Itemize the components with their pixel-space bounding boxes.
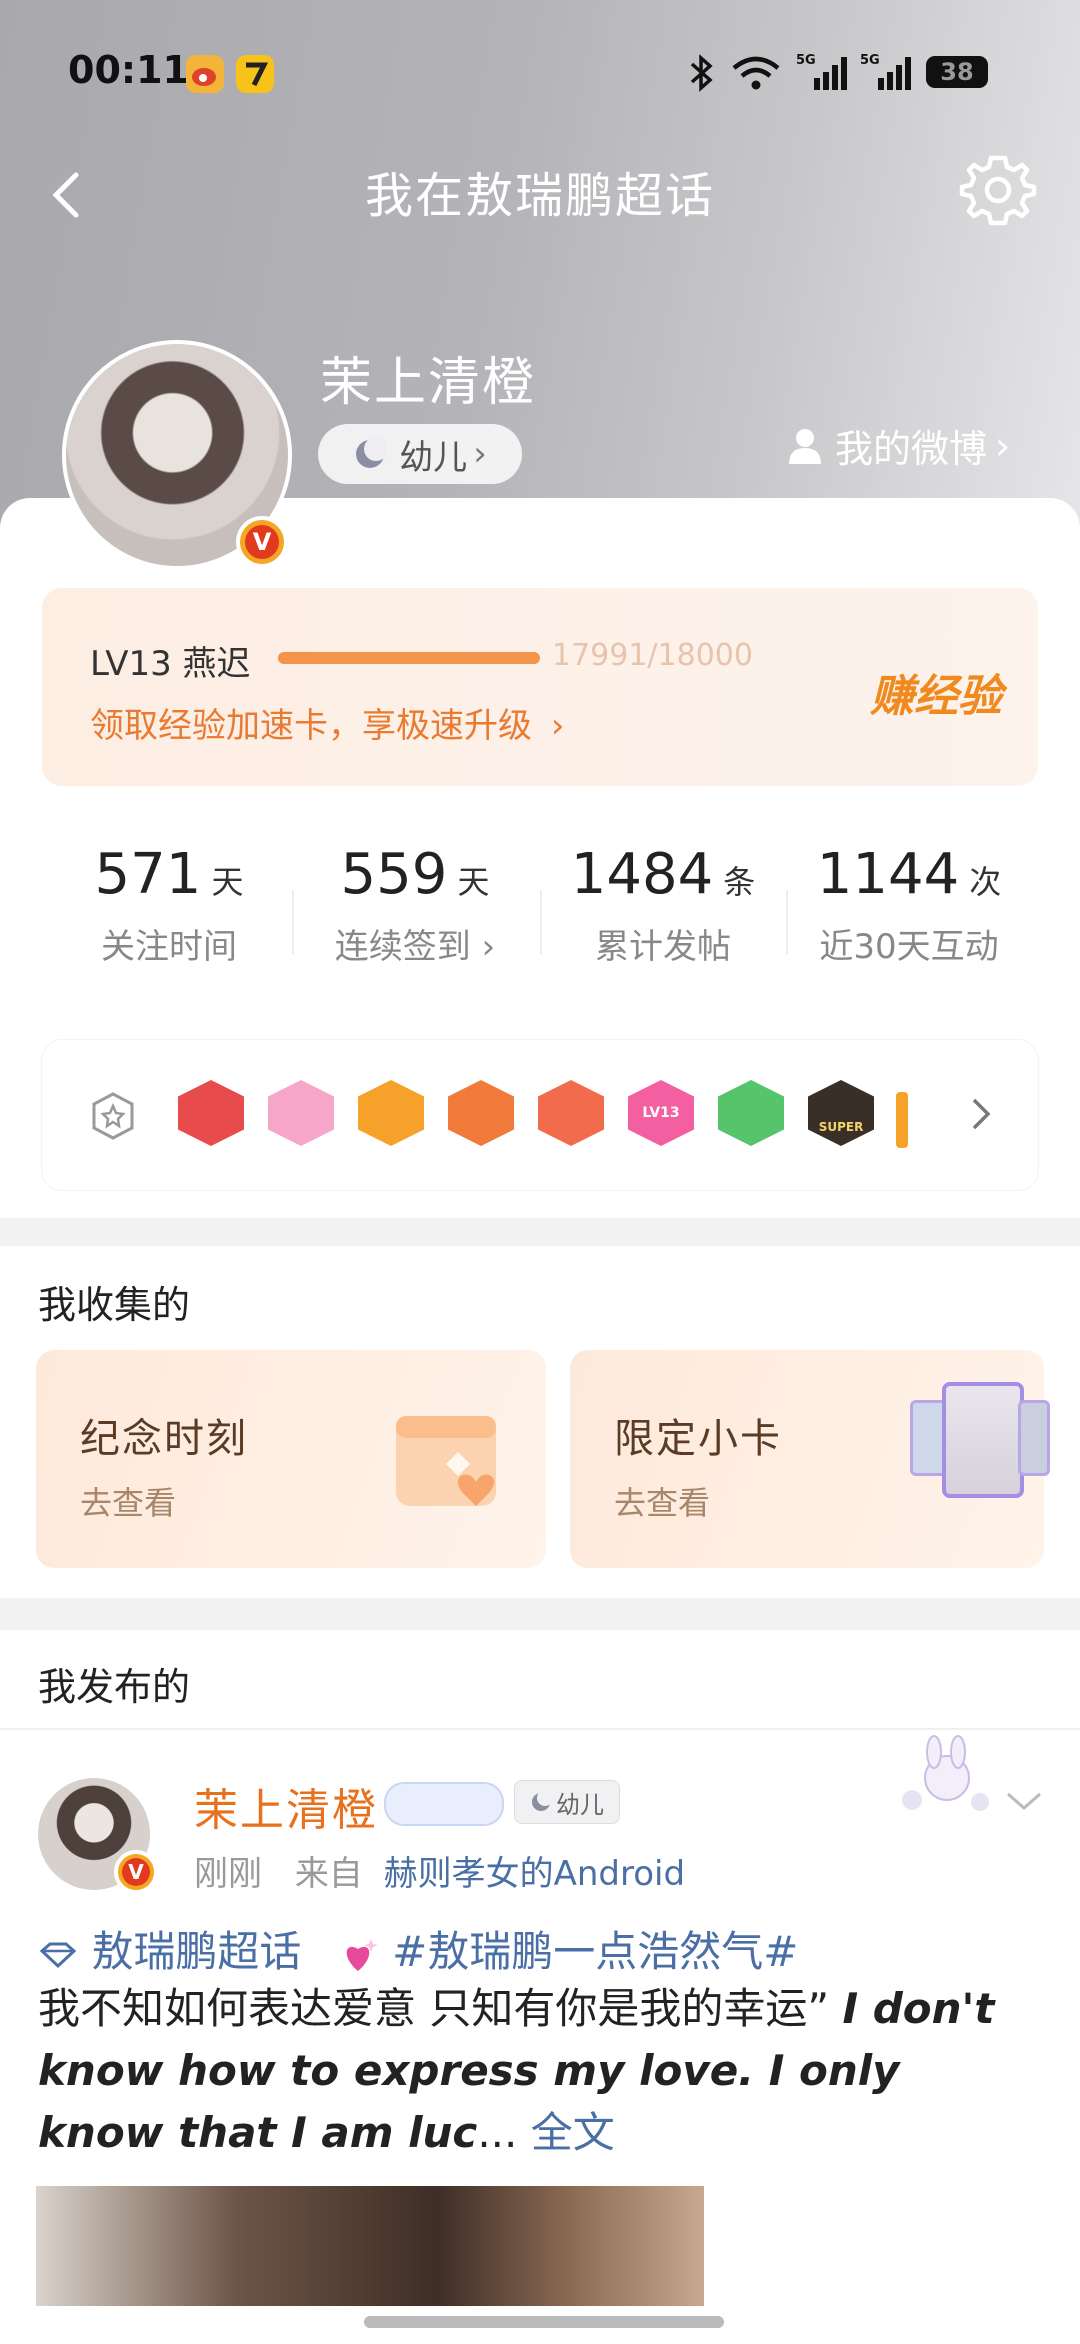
stat-follow-days: 571 天 关注时间	[46, 842, 292, 968]
stat-unit: 天	[457, 863, 490, 901]
stat-checkin-days[interactable]: 559 天 连续签到 ›	[292, 842, 538, 968]
collection-card-moments[interactable]: 纪念时刻 去查看	[36, 1350, 546, 1568]
card-title: 限定小卡	[614, 1416, 782, 1462]
stat-post-count: 1484 条 累计发帖	[540, 842, 786, 968]
chevron-right-icon[interactable]	[966, 1092, 996, 1140]
post-topic-line: 敖瑞鹏超话 #敖瑞鹏一点浩然气#	[38, 1918, 798, 1979]
chevron-down-icon[interactable]	[1002, 1786, 1046, 1820]
page-title: 我在敖瑞鹏超话	[364, 168, 715, 224]
weibo-app-icon	[186, 55, 224, 93]
badge-super-icon[interactable]: SUPER	[808, 1080, 874, 1156]
stat-value: 571	[94, 842, 202, 907]
post-text-cn: 我不知如何表达爱意 只知有你是我的幸运”	[38, 1984, 830, 2033]
collection-card-limited-cards[interactable]: 限定小卡 去查看	[570, 1350, 1050, 1568]
post-from-label: 来自	[294, 1854, 363, 1894]
level-speedup-link[interactable]: 领取经验加速卡，享极速升级 ›	[90, 698, 564, 747]
battery-icon: 38	[926, 56, 988, 88]
level-progress-text: 17991/18000	[552, 638, 753, 673]
post-topic[interactable]: 敖瑞鹏超话	[91, 1927, 301, 1976]
post-device[interactable]: 赫则孝女的Android	[384, 1854, 685, 1894]
verified-v-icon: V	[236, 516, 288, 568]
rank-pill[interactable]: 幼儿 ›	[318, 424, 522, 484]
stat-label: 累计发帖	[595, 927, 731, 967]
moon-icon	[353, 437, 388, 471]
collections-title: 我收集的	[38, 1283, 191, 1327]
battery-level: 38	[940, 58, 974, 86]
badge-character-icon[interactable]	[268, 1080, 334, 1156]
wifi-icon	[730, 54, 782, 96]
profile-username: 茉上清橙	[320, 353, 537, 413]
badge-fox-icon[interactable]	[448, 1080, 514, 1156]
level-progress-fill	[278, 652, 540, 664]
chevron-right-icon: ›	[473, 434, 487, 474]
chevron-right-icon: ›	[995, 423, 1011, 468]
badge-partial-icon	[896, 1092, 908, 1148]
network-label-1: 5G	[796, 53, 816, 68]
cellular-signal-icon-1: 5G	[796, 52, 850, 96]
speedup-tip: 领取经验加速卡，享极速升级	[90, 706, 532, 746]
stat-value: 1144	[816, 842, 960, 907]
level-label: LV13 燕迟	[90, 644, 251, 684]
bluetooth-icon	[688, 54, 714, 96]
post-author[interactable]: 茉上清橙	[194, 1774, 378, 1838]
network-label-2: 5G	[860, 53, 880, 68]
user-icon	[785, 426, 825, 466]
chevron-right-icon: ›	[470, 927, 496, 967]
diamond-icon	[38, 1940, 78, 1970]
decoration-bunny-icon	[892, 1730, 1002, 1824]
medal-outline-icon	[90, 1090, 136, 1146]
post-image[interactable]	[36, 2186, 704, 2306]
badge-lv13-icon[interactable]: LV13	[628, 1080, 694, 1156]
badge-smile-icon[interactable]	[538, 1080, 604, 1156]
post-body[interactable]: 我不知如何表达爱意 只知有你是我的幸运” I don't know how to…	[38, 1978, 1038, 2164]
photo-card-thumb	[942, 1382, 1024, 1498]
settings-button[interactable]	[958, 150, 1038, 230]
stat-unit: 条	[723, 863, 756, 901]
app-icon-seven	[236, 55, 274, 93]
gear-icon	[959, 155, 1037, 226]
card-subtitle: 去查看	[614, 1484, 711, 1522]
post-ellipsis: ...	[477, 2108, 518, 2157]
status-time: 00:11	[68, 48, 189, 92]
moon-icon	[530, 1791, 552, 1813]
sparkle-heart-icon	[337, 1935, 379, 1975]
stat-unit: 天	[211, 863, 244, 901]
calendar-heart-icon	[376, 1386, 526, 1540]
earn-exp-button[interactable]: 赚经验	[870, 660, 1002, 724]
stat-unit: 次	[969, 863, 1002, 901]
post-rank-label: 幼儿	[556, 1790, 604, 1819]
posts-title: 我发布的	[38, 1665, 191, 1709]
badge-lv13-text: LV13	[642, 1105, 680, 1121]
home-indicator[interactable]	[364, 2316, 724, 2328]
stat-value: 1484	[570, 842, 714, 907]
my-weibo-label: 我的微博	[835, 427, 988, 471]
stat-label: 连续签到	[334, 927, 471, 967]
stat-interactions: 1144 次 近30天互动	[786, 842, 1032, 968]
post-time: 刚刚	[194, 1854, 262, 1894]
status-bar: 00:11 5G 5G 38	[0, 0, 1080, 150]
post-hashtag[interactable]: #敖瑞鹏一点浩然气#	[392, 1927, 798, 1976]
photo-card-thumb	[1018, 1400, 1050, 1476]
badge-trophy-icon[interactable]	[178, 1080, 244, 1156]
stat-label: 近30天互动	[819, 927, 999, 967]
badge-crown-icon[interactable]	[358, 1080, 424, 1156]
my-weibo-link[interactable]: 我的微博 ›	[785, 418, 1010, 473]
read-more-link[interactable]: 全文	[531, 2108, 615, 2157]
card-subtitle: 去查看	[80, 1484, 177, 1522]
rank-label: 幼儿	[399, 437, 468, 478]
post-rank-pill: 幼儿	[514, 1780, 620, 1824]
stat-value: 559	[340, 842, 448, 907]
verified-v-icon: V	[114, 1850, 158, 1894]
card-title: 纪念时刻	[80, 1416, 248, 1462]
fan-tag-icon	[384, 1782, 504, 1826]
badge-hand-icon[interactable]	[718, 1080, 784, 1156]
badge-super-text: SUPER	[818, 1120, 864, 1134]
cellular-signal-icon-2: 5G	[860, 52, 914, 96]
stat-label: 关注时间	[101, 927, 237, 967]
chevron-right-icon: ›	[550, 706, 565, 746]
post-meta: 刚刚 来自 赫则孝女的Android	[194, 1846, 685, 1895]
